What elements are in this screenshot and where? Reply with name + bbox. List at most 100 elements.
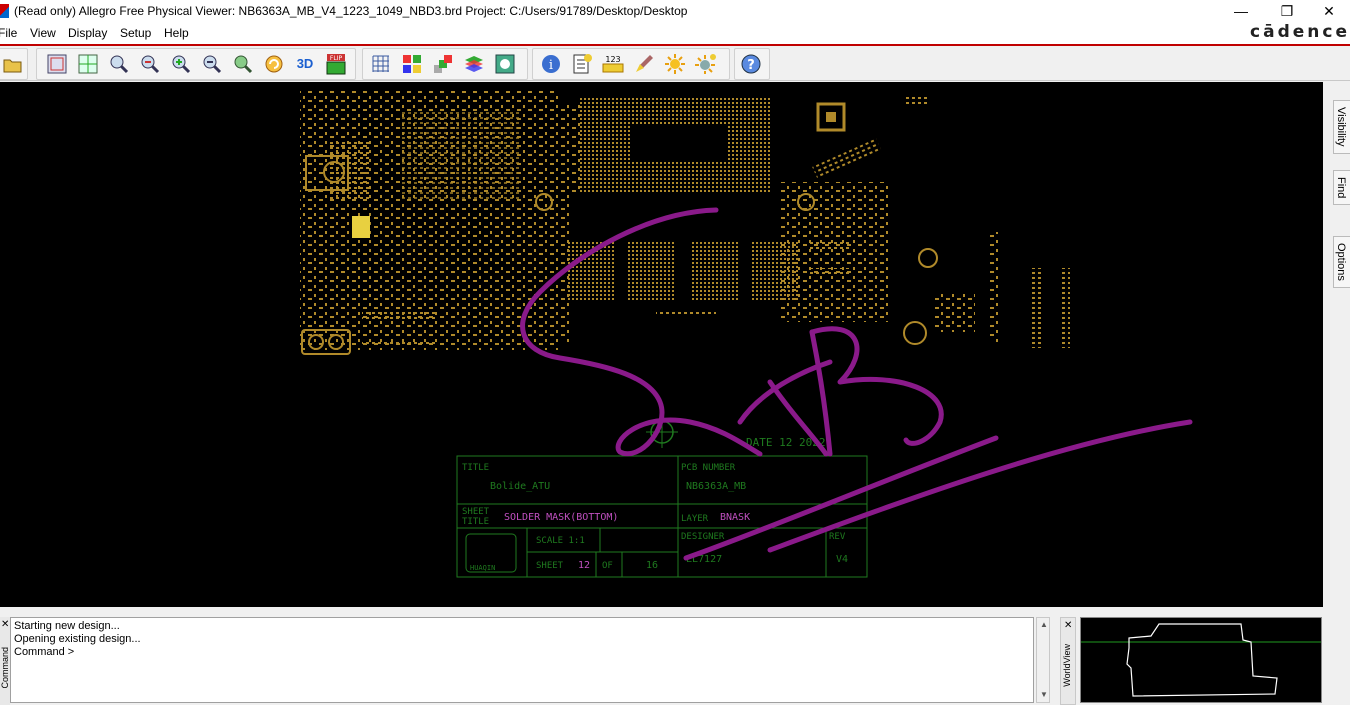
of-label: OF (602, 561, 613, 571)
command-close-button[interactable]: ✕ (1, 619, 9, 630)
help-icon[interactable]: ? (739, 52, 763, 76)
worldview-map (1081, 623, 1321, 697)
toolbar: 3D FLIP i 123 ? (0, 46, 1350, 81)
dehighlight-icon[interactable] (694, 52, 718, 76)
flip-icon[interactable]: FLIP (324, 52, 348, 76)
toolbar-group-view: 3D FLIP (36, 48, 356, 80)
tab-options[interactable]: Options (1333, 236, 1350, 288)
zoom-world-icon[interactable] (169, 52, 193, 76)
command-prompt[interactable]: Command > (14, 646, 1030, 659)
rev-value: V4 (836, 554, 848, 565)
layer-value: BNASK (720, 512, 750, 523)
allegro-app-icon[interactable] (0, 4, 9, 18)
window-title: (Read only) Allegro Free Physical Viewer… (14, 4, 688, 18)
square-pad-center (826, 112, 836, 122)
design-canvas[interactable]: TITLE PCB NUMBER SHEET TITLE LAYER SCALE… (0, 82, 1323, 607)
toolbar-group-display (362, 48, 528, 80)
grid-icon[interactable] (369, 52, 393, 76)
command-dock-handle[interactable]: ✕ Command (0, 617, 10, 705)
tab-find[interactable]: Find (1333, 170, 1350, 206)
cpu-side-pads (560, 102, 580, 192)
pad-row-top (905, 96, 927, 104)
command-console[interactable]: Starting new design... Opening existing … (10, 617, 1034, 703)
pad-row-a (808, 242, 852, 250)
title-value: Bolide_ATU (490, 481, 550, 492)
component-cluster-far (935, 292, 975, 332)
pcb-number-label: PCB NUMBER (681, 463, 736, 473)
designer-label: DESIGNER (681, 532, 725, 542)
menu-display[interactable]: Display (68, 26, 107, 40)
menu-file[interactable]: File (0, 26, 17, 40)
worldview-dock-handle[interactable]: ✕ WorldView (1060, 617, 1076, 705)
sheet-number-value: 12 (578, 560, 590, 571)
sheet-label: SHEET (536, 561, 564, 571)
console-line: Starting new design... (14, 620, 120, 632)
bright-pad (352, 216, 370, 238)
component-cluster-mid (470, 192, 570, 342)
component-cluster-b (400, 112, 520, 202)
pad-row-b (808, 268, 852, 276)
color-icon[interactable] (400, 52, 424, 76)
scale-label: SCALE 1:1 (536, 536, 585, 546)
tab-visibility-label: Visibility (1335, 107, 1347, 147)
minimize-button[interactable]: — (1218, 0, 1264, 22)
memory-bga-3 (690, 242, 738, 300)
flip-label: FLIP (330, 55, 343, 62)
worldview-close-button[interactable]: ✕ (1064, 620, 1072, 631)
3d-label: 3D (296, 56, 314, 71)
connector-vertical-2 (1060, 268, 1070, 348)
svg-text:i: i (549, 58, 553, 73)
measure-icon[interactable]: 123 (601, 52, 625, 76)
worldview-panel[interactable] (1080, 617, 1322, 703)
worldview-dock-label: WorldView (1062, 644, 1072, 687)
console-line: Opening existing design... (14, 633, 141, 645)
svg-text:?: ? (747, 58, 755, 73)
command-dock-label: Command (0, 647, 10, 689)
highlight-icon[interactable] (663, 52, 687, 76)
connector-pads-bottom (362, 340, 436, 347)
board-drawing: TITLE PCB NUMBER SHEET TITLE LAYER SCALE… (300, 90, 1193, 578)
sheet-title-label-1: SHEET (462, 507, 490, 517)
report-icon[interactable] (570, 52, 594, 76)
layer-icon[interactable] (431, 52, 455, 76)
menu-view[interactable]: View (30, 26, 56, 40)
toolbar-group-file (0, 48, 28, 80)
connector-vertical-1 (1032, 268, 1042, 348)
zoom-points-icon[interactable] (45, 52, 69, 76)
3d-view-icon[interactable]: 3D (293, 52, 317, 76)
cadence-logo: cādence (1250, 22, 1350, 42)
mount-hole-3 (918, 248, 938, 268)
console-scrollbar[interactable]: ▲ ▼ (1036, 617, 1050, 703)
info-icon[interactable]: i (539, 52, 563, 76)
right-dock-panel (1330, 82, 1350, 612)
scroll-down-icon[interactable]: ▼ (1040, 690, 1048, 699)
layer-label: LAYER (681, 514, 709, 524)
zoom-previous-icon[interactable] (200, 52, 224, 76)
component-cluster-right (780, 182, 890, 322)
zoom-center-icon[interactable] (231, 52, 255, 76)
menu-help[interactable]: Help (164, 26, 189, 40)
menu-setup[interactable]: Setup (120, 26, 151, 40)
open-folder-icon[interactable] (1, 52, 25, 76)
connector-vertical-3 (990, 232, 998, 342)
redraw-icon[interactable] (262, 52, 286, 76)
palette-icon[interactable] (493, 52, 517, 76)
cleanup-icon[interactable] (632, 52, 656, 76)
cpu-die-area (632, 124, 726, 162)
scroll-up-icon[interactable]: ▲ (1040, 620, 1048, 629)
shadow-icon[interactable] (462, 52, 486, 76)
angled-connector (812, 138, 882, 180)
zoom-in-icon[interactable] (107, 52, 131, 76)
maximize-button[interactable]: ❐ (1264, 0, 1310, 22)
rev-label: REV (829, 532, 846, 542)
zoom-out-icon[interactable] (138, 52, 162, 76)
close-button[interactable]: ✕ (1306, 0, 1350, 22)
menu-bar: File View Display Setup Help (0, 22, 1350, 44)
component-cluster-a (330, 142, 370, 202)
tab-options-label: Options (1335, 243, 1347, 281)
sheet-title-label-2: TITLE (462, 517, 489, 527)
sheet-total-value: 16 (646, 560, 658, 571)
tab-visibility[interactable]: Visibility (1333, 100, 1350, 154)
connector-pads-top (362, 312, 436, 319)
zoom-fit-icon[interactable] (76, 52, 100, 76)
